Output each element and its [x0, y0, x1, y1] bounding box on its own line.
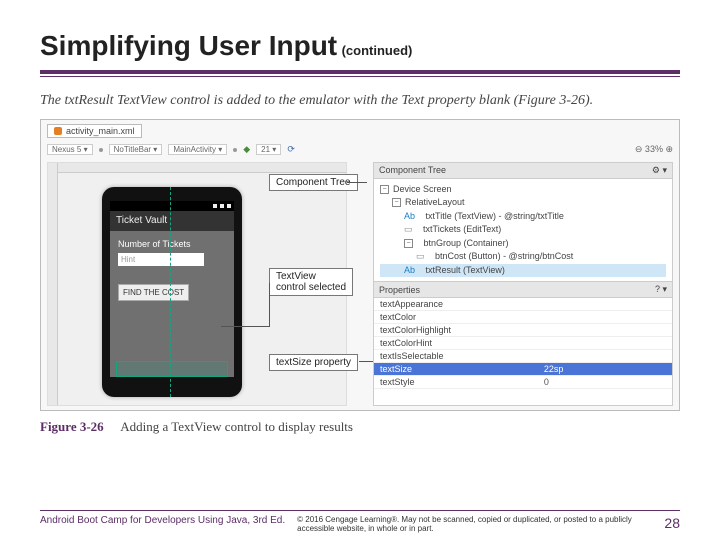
refresh-icon[interactable]: ⟳ — [287, 144, 295, 155]
tickets-input[interactable]: Hint — [118, 253, 204, 266]
property-row[interactable]: textColorHint — [374, 337, 672, 350]
callout-textview-selected: TextView control selected — [269, 268, 353, 296]
property-row[interactable]: textIsSelectable — [374, 350, 672, 363]
status-bar — [110, 201, 234, 211]
title-rule-thin — [40, 76, 680, 77]
figure-caption-text: Adding a TextView control to display res… — [120, 419, 353, 434]
dot-icon — [233, 148, 237, 152]
properties-panel[interactable]: Properties ? ▾ textAppearance textColor … — [374, 281, 672, 405]
properties-header: Properties ? ▾ — [374, 282, 672, 298]
help-icon[interactable]: ? ▾ — [655, 284, 667, 295]
app-title: Ticket Vault — [116, 215, 167, 226]
android-icon: ◆ — [243, 144, 250, 155]
connector-line — [221, 326, 269, 327]
callout-component-tree: Component Tree — [269, 174, 358, 191]
tree-root[interactable]: Device Screen — [393, 183, 452, 197]
tree-layout[interactable]: RelativeLayout — [405, 196, 465, 210]
footer-rule — [40, 510, 680, 511]
slide-title-continued: (continued) — [342, 43, 413, 58]
component-tree[interactable]: −Device Screen −RelativeLayout Ab txtTit… — [374, 179, 672, 282]
title-rule-thick — [40, 70, 680, 74]
properties-title: Properties — [379, 285, 420, 295]
tree-item[interactable]: Ab txtTitle (TextView) - @string/txtTitl… — [380, 210, 666, 224]
theme-dropdown[interactable]: NoTitleBar ▾ — [109, 144, 163, 155]
tree-item[interactable]: ▭ btnCost (Button) - @string/btnCost — [380, 250, 666, 264]
ruler-vertical — [48, 163, 58, 405]
figure-3-26: activity_main.xml Nexus 5 ▾ NoTitleBar ▾… — [40, 119, 680, 411]
copyright-text: © 2016 Cengage Learning®. May not be sca… — [297, 515, 652, 534]
editor-toolbar: Nexus 5 ▾ NoTitleBar ▾ MainActivity ▾ ◆ … — [47, 142, 673, 158]
tree-item[interactable]: ▭ txtTickets (EditText) — [380, 223, 666, 237]
gear-icon[interactable]: ⚙ ▾ — [652, 165, 667, 176]
slide-footer: Android Boot Camp for Developers Using J… — [40, 510, 680, 534]
collapse-icon[interactable]: − — [380, 185, 389, 194]
properties-table: textAppearance textColor textColorHighli… — [374, 298, 672, 389]
property-row-selected[interactable]: textSize22sp — [374, 363, 672, 376]
connector-line — [269, 283, 270, 327]
tree-item[interactable]: − btnGroup (Container) — [380, 237, 666, 251]
component-tree-title: Component Tree — [379, 165, 446, 175]
callout-textsize: textSize property — [269, 354, 358, 371]
txtresult-selection[interactable] — [116, 361, 228, 377]
zoom-controls[interactable]: ⊖ 33% ⊕ — [635, 144, 673, 155]
figure-caption: Figure 3-26 Adding a TextView control to… — [40, 419, 680, 435]
activity-dropdown[interactable]: MainActivity ▾ — [168, 144, 227, 155]
device-dropdown[interactable]: Nexus 5 ▾ — [47, 144, 93, 155]
property-row[interactable]: textAppearance — [374, 298, 672, 311]
page-number: 28 — [664, 515, 680, 531]
api-dropdown[interactable]: 21 ▾ — [256, 144, 281, 155]
tree-item-selected[interactable]: Ab txtResult (TextView) — [380, 264, 666, 278]
dot-icon — [99, 148, 103, 152]
property-row[interactable]: textColorHighlight — [374, 324, 672, 337]
collapse-icon[interactable]: − — [392, 198, 401, 207]
tickets-label: Number of Tickets — [118, 239, 226, 249]
right-panel: Component Tree ⚙ ▾ −Device Screen −Relat… — [373, 162, 673, 406]
phone-screen: Ticket Vault Number of Tickets Hint FIND… — [110, 201, 234, 377]
editor-tab-label: activity_main.xml — [66, 126, 135, 136]
connector-line — [359, 361, 373, 362]
intro-paragraph: The txtResult TextView control is added … — [40, 91, 680, 111]
property-row[interactable]: textStyle0 — [374, 376, 672, 389]
editor-tab[interactable]: activity_main.xml — [47, 124, 142, 138]
find-cost-button[interactable]: FIND THE COST — [118, 284, 189, 301]
ruler-horizontal — [48, 163, 346, 173]
app-bar: Ticket Vault — [110, 211, 234, 231]
file-icon — [54, 127, 62, 135]
connector-line — [347, 182, 367, 183]
figure-number: Figure 3-26 — [40, 419, 104, 434]
slide-title-row: Simplifying User Input (continued) — [40, 30, 680, 68]
slide-title: Simplifying User Input — [40, 30, 337, 61]
book-title: Android Boot Camp for Developers Using J… — [40, 515, 285, 526]
component-tree-header: Component Tree ⚙ ▾ — [374, 163, 672, 179]
property-row[interactable]: textColor — [374, 311, 672, 324]
app-body: Number of Tickets Hint FIND THE COST — [110, 231, 234, 377]
